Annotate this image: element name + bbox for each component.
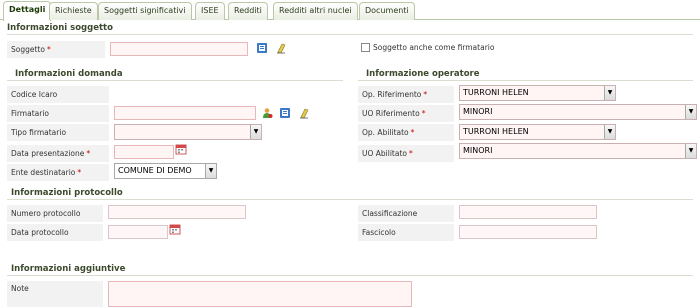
section-divider <box>7 275 693 276</box>
search-icon[interactable] <box>256 42 268 54</box>
tab-bar: Dettagli Richieste Soggetti significativ… <box>0 0 700 21</box>
chevron-down-icon: ▼ <box>685 105 696 119</box>
calendar-icon[interactable] <box>169 223 181 235</box>
firmatario-checkbox-label: Soggetto anche come firmatario <box>373 43 495 52</box>
uo-riferimento-label: UO Riferimento * <box>358 105 454 122</box>
tab-soggetti-significativi[interactable]: Soggetti significativi <box>98 2 192 20</box>
op-abilitato-label: Op. Abilitato * <box>358 124 454 141</box>
tab-documenti[interactable]: Documenti <box>359 2 415 20</box>
fascicolo-input[interactable] <box>459 225 597 239</box>
numero-protocollo-label: Numero protocollo <box>7 205 103 222</box>
chevron-down-icon: ▼ <box>604 86 615 100</box>
ente-destinatario-label: Ente destinatario * <box>7 164 109 181</box>
eraser-icon[interactable] <box>275 42 287 54</box>
classificazione-input[interactable] <box>459 205 597 219</box>
calendar-icon[interactable] <box>175 143 187 155</box>
data-presentazione-input[interactable] <box>114 145 174 159</box>
note-label: Note <box>7 281 103 307</box>
chevron-down-icon: ▼ <box>685 144 696 158</box>
data-presentazione-label: Data presentazione * <box>7 145 109 162</box>
data-protocollo-label: Data protocollo <box>7 224 103 241</box>
ente-destinatario-select[interactable]: COMUNE DI DEMO ▼ <box>114 163 217 179</box>
section-title-soggetto: Informazioni soggetto <box>7 23 113 33</box>
section-title-operatore: Informazione operatore <box>366 69 480 79</box>
soggetto-input[interactable] <box>110 42 248 56</box>
op-abilitato-select[interactable]: TURRONI HELEN ▼ <box>459 124 616 140</box>
section-divider <box>7 34 693 35</box>
section-divider <box>7 80 343 81</box>
firmatario-label: Firmatario <box>7 105 109 122</box>
op-riferimento-label: Op. Riferimento * <box>358 86 454 103</box>
fascicolo-label: Fascicolo <box>358 224 454 241</box>
firmatario-input[interactable] <box>114 106 256 120</box>
tab-redditi[interactable]: Redditi <box>228 2 268 20</box>
tipo-firmatario-label: Tipo firmatario <box>7 124 109 141</box>
section-divider <box>7 199 693 200</box>
tab-redditi-altri-nuclei[interactable]: Redditi altri nuclei <box>273 2 358 20</box>
search-icon[interactable] <box>279 107 291 119</box>
soggetto-label: Soggetto * <box>7 41 105 58</box>
section-divider <box>358 80 693 81</box>
person-icon[interactable] <box>261 107 273 119</box>
data-protocollo-input[interactable] <box>108 225 168 239</box>
tipo-firmatario-select[interactable]: ▼ <box>114 124 262 140</box>
classificazione-label: Classificazione <box>358 205 454 222</box>
chevron-down-icon: ▼ <box>604 125 615 139</box>
uo-riferimento-select[interactable]: MINORI ▼ <box>459 104 697 120</box>
eraser-icon[interactable] <box>298 107 310 119</box>
note-textarea[interactable] <box>108 281 412 307</box>
uo-abilitato-label: UO Abilitato * <box>358 145 454 162</box>
op-riferimento-select[interactable]: TURRONI HELEN ▼ <box>459 85 616 101</box>
tab-richieste[interactable]: Richieste <box>49 2 98 20</box>
section-title-protocollo: Informazioni protocollo <box>11 188 123 198</box>
tab-dettagli[interactable]: Dettagli <box>3 1 52 21</box>
codice-icaro-label: Codice Icaro <box>7 86 109 103</box>
chevron-down-icon: ▼ <box>205 164 216 178</box>
section-title-aggiuntive: Informazioni aggiuntive <box>11 264 126 274</box>
tab-isee[interactable]: ISEE <box>195 2 225 20</box>
numero-protocollo-input[interactable] <box>108 205 246 219</box>
firmatario-checkbox[interactable] <box>361 43 370 52</box>
section-title-domanda: Informazioni domanda <box>15 69 123 79</box>
chevron-down-icon: ▼ <box>250 125 261 139</box>
uo-abilitato-select[interactable]: MINORI ▼ <box>459 143 697 159</box>
